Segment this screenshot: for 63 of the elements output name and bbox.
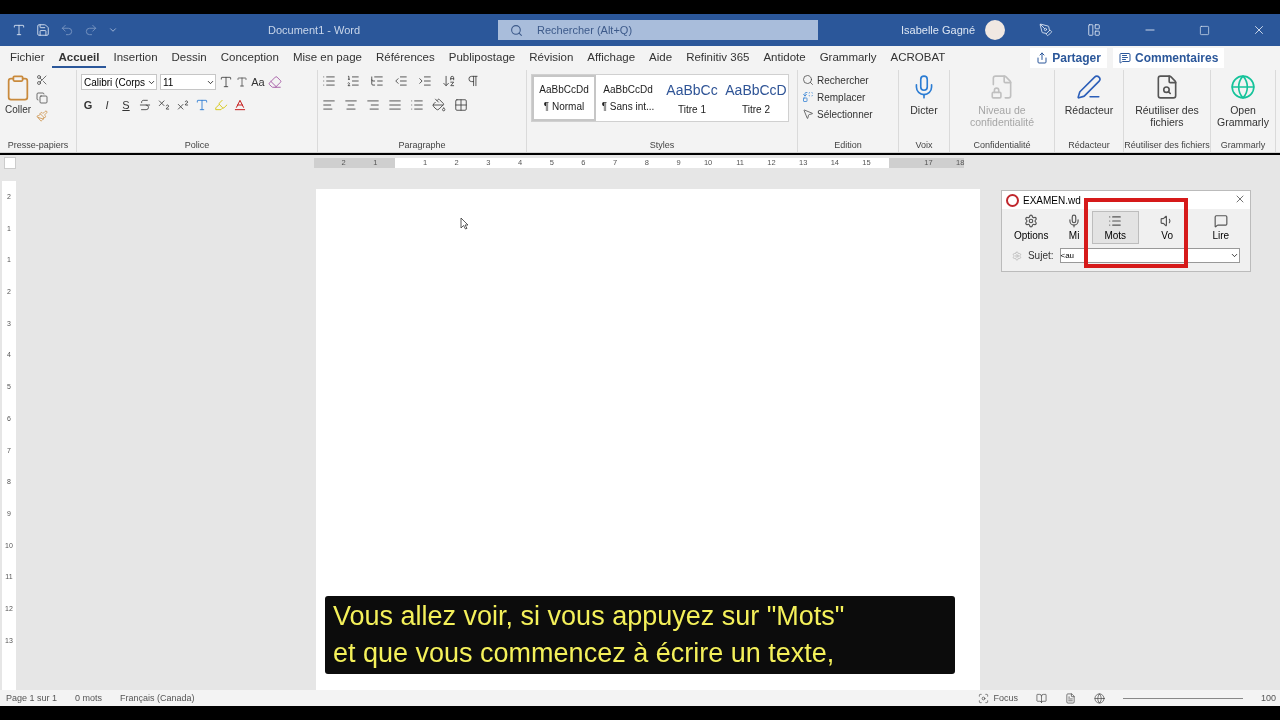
change-case-button[interactable]: Aa xyxy=(251,76,265,88)
ribbon-button[interactable]: Rédacteur xyxy=(1059,74,1119,140)
ribbon-tab[interactable]: Grammarly xyxy=(812,48,884,68)
edit-button[interactable]: Remplacer xyxy=(817,91,866,103)
ribbon-button[interactable]: Dicter xyxy=(903,74,945,140)
share-button[interactable]: Partager xyxy=(1030,48,1107,68)
ribbon-tab[interactable]: Accueil xyxy=(51,48,107,68)
ribbon-tab[interactable]: Antidote xyxy=(756,48,813,68)
user-name: Isabelle Gagné xyxy=(901,24,975,36)
ribbon-tab[interactable]: Publipostage xyxy=(441,48,523,68)
subtitle-line: Vous allez voir, si vous appuyez sur "Mots" xyxy=(333,600,846,633)
group-label: Voix xyxy=(915,140,933,152)
ribbon-tab[interactable]: Références xyxy=(368,48,442,68)
ribbon-button[interactable]: Réutiliser des fichiers xyxy=(1128,74,1206,140)
group-label: Réutiliser des fichiers xyxy=(1124,140,1210,152)
ribbon-tab[interactable]: Conception xyxy=(213,48,286,68)
group-label: Edition xyxy=(834,140,862,152)
edit-button[interactable]: Rechercher xyxy=(817,74,869,86)
group-label: Grammarly xyxy=(1220,140,1266,152)
group-label: Rédacteur xyxy=(1068,140,1110,152)
focus-button[interactable]: Focus xyxy=(993,693,1018,703)
panel-button[interactable]: Mots xyxy=(1091,211,1139,244)
search-field[interactable]: Rechercher (Alt+Q) xyxy=(498,20,818,40)
panel-button[interactable]: Lire xyxy=(1195,211,1246,244)
comments-button[interactable]: Commentaires xyxy=(1112,48,1225,68)
panel-button[interactable]: Options xyxy=(1006,211,1057,244)
ribbon-tab[interactable]: Révision xyxy=(522,48,581,68)
group-label: Presse-papiers xyxy=(7,140,69,152)
status-language: Français (Canada) xyxy=(120,693,195,703)
ribbon-tab[interactable]: Insertion xyxy=(106,48,165,68)
ribbon-tab[interactable]: Affichage xyxy=(580,48,643,68)
group-label: Styles xyxy=(649,140,675,152)
status-page: Page 1 sur 1 xyxy=(6,693,58,703)
panel-button[interactable]: Mi xyxy=(1062,211,1086,244)
style-item[interactable]: AaBbCcDd ¶ Sans int... xyxy=(596,75,660,121)
subtitle-line: et que vous commencez à écrire un texte, xyxy=(333,637,836,670)
ribbon-tab[interactable]: Dessin xyxy=(164,48,214,68)
ribbon-tab[interactable]: Fichier xyxy=(3,48,52,68)
panel-title: EXAMEN.wd xyxy=(1023,194,1081,206)
italic-button[interactable]: I xyxy=(100,99,114,111)
ribbon-button[interactable]: Open Grammarly xyxy=(1215,74,1271,140)
window-title: Document1 - Word xyxy=(268,24,362,36)
status-word-count: 0 mots xyxy=(75,693,103,703)
font-size-field[interactable]: 11 xyxy=(160,74,216,90)
panel-button[interactable]: Vo xyxy=(1144,211,1190,244)
underline-button[interactable]: S xyxy=(119,99,133,111)
ribbon-tab[interactable]: Aide xyxy=(642,48,680,68)
ribbon-tab[interactable]: Refinitiv 365 xyxy=(679,48,757,68)
style-item[interactable]: AaBbCcDd ¶ Normal xyxy=(532,75,596,121)
ribbon-tab[interactable]: ACROBAT xyxy=(883,48,953,68)
group-label: Confidentialité xyxy=(973,140,1031,152)
group-label: Paragraphe xyxy=(398,140,446,152)
zoom-level: 100 xyxy=(1260,693,1276,703)
font-name-field[interactable]: Calibri (Corps xyxy=(81,74,157,90)
style-item[interactable]: AaBbCc Titre 1 xyxy=(660,75,724,121)
ribbon-tab[interactable]: Mise en page xyxy=(285,48,369,68)
subject-label: Sujet: xyxy=(1027,250,1054,261)
style-item[interactable]: AaBbCcD Titre 2 xyxy=(724,75,788,121)
paste-button[interactable]: Coller xyxy=(4,104,32,115)
subject-dropdown[interactable]: <au xyxy=(1059,248,1240,263)
group-label: Police xyxy=(184,140,210,152)
bold-button[interactable]: G xyxy=(81,99,95,111)
edit-button[interactable]: Sélectionner xyxy=(817,108,873,120)
